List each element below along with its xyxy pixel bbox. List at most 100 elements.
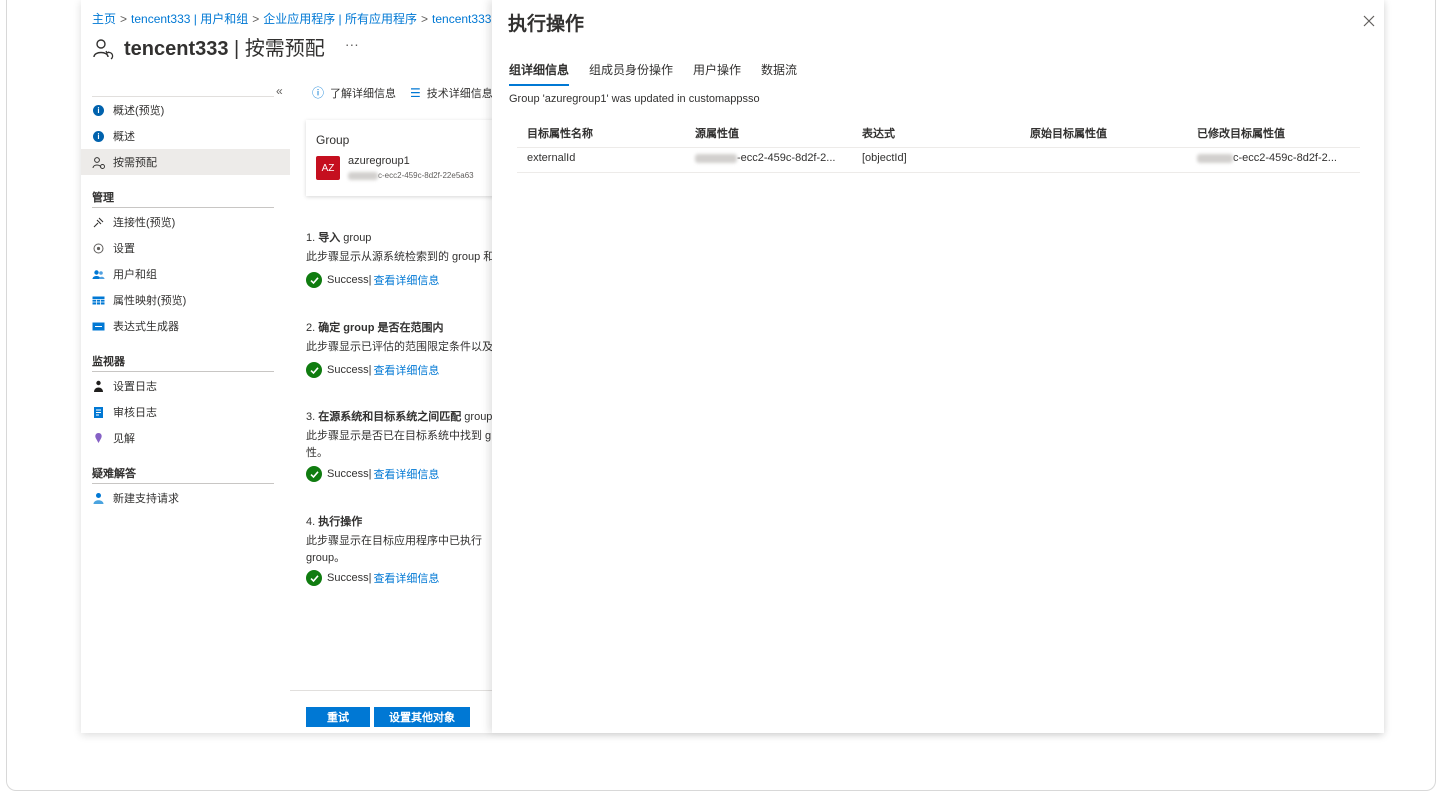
column-header-expression: 表达式: [862, 128, 895, 140]
step-description: 此步骤显示已评估的范围限定条件以及 g: [306, 339, 492, 356]
step-number: 3.: [306, 411, 319, 423]
close-icon[interactable]: [1362, 14, 1376, 28]
more-options-button[interactable]: ···: [345, 36, 359, 52]
collapse-sidebar-button[interactable]: «: [276, 84, 283, 98]
learn-more-label: 了解详细信息: [330, 87, 397, 100]
sidebar-item-expression-builder[interactable]: 表达式生成器: [81, 313, 290, 339]
sidebar-item-overview-preview[interactable]: i 概述(预览): [81, 97, 290, 123]
step-description-line: 性。: [306, 447, 328, 459]
sidebar-item-settings[interactable]: 设置: [81, 235, 290, 261]
step-title-rest: group: [340, 232, 372, 244]
panel-title: 执行操作: [508, 14, 585, 35]
user-sync-icon: [93, 38, 114, 60]
breadcrumb-users-groups[interactable]: tencent333 | 用户和组: [131, 12, 248, 26]
tab-group-membership-actions[interactable]: 组成员身份操作: [589, 61, 673, 84]
step-number: 2.: [306, 322, 319, 334]
view-details-link[interactable]: 查看详细信息: [373, 570, 439, 586]
success-check-icon: [306, 466, 322, 482]
info-circle-icon: ⓘ: [312, 86, 325, 100]
users-icon: [92, 268, 105, 281]
sidebar-item-label: 设置日志: [113, 381, 157, 393]
sidebar-item-audit-logs[interactable]: 审核日志: [81, 399, 290, 425]
step-description-line: group。: [306, 552, 346, 564]
sidebar-item-insights[interactable]: 见解: [81, 425, 290, 451]
tab-user-actions[interactable]: 用户操作: [693, 61, 741, 84]
step-title-bold: 确定: [318, 322, 341, 334]
step-title: 4. 执行操作: [306, 513, 362, 529]
cell-source-value-text: -ecc2-459c-8d2f-2...: [737, 152, 836, 164]
table-divider: [517, 147, 1360, 148]
sidebar-item-label: 连接性(预览): [113, 217, 176, 229]
sidebar-item-users-groups[interactable]: 用户和组: [81, 261, 290, 287]
column-header-source-value: 源属性值: [695, 128, 739, 140]
breadcrumb-app[interactable]: tencent333: [432, 12, 491, 26]
cell-source-value: -ecc2-459c-8d2f-2...: [695, 152, 835, 164]
page-title-section: 按需预配: [244, 38, 325, 60]
cell-modified-value: c-ecc2-459c-8d2f-2...: [1197, 152, 1337, 164]
success-check-icon: [306, 570, 322, 586]
tech-details-label: 技术详细信息: [426, 87, 492, 100]
main-area: 主页 > tencent333 | 用户和组 > 企业应用程序 | 所有应用程序 > ten…: [0, 0, 492, 795]
breadcrumb-separator: >: [421, 12, 429, 26]
sidebar-item-provision-on-demand[interactable]: 按需预配: [81, 149, 290, 175]
step-number: 4.: [306, 516, 319, 528]
sidebar-item-overview[interactable]: i 概述: [81, 123, 290, 149]
group-name: azuregroup1: [348, 155, 410, 167]
sidebar-divider: [92, 483, 274, 484]
cell-expression: [objectId]: [862, 152, 907, 164]
redacted-text: [348, 171, 378, 180]
step-status-text: Success|: [327, 468, 372, 480]
breadcrumb-home[interactable]: 主页: [92, 12, 116, 26]
step-number: 1.: [306, 232, 319, 244]
footer-divider: [290, 690, 492, 691]
update-message: Group 'azuregroup1' was updated in custo…: [509, 93, 760, 105]
sidebar-item-label: 用户和组: [113, 269, 157, 281]
sidebar-item-provisioning-logs[interactable]: 设置日志: [81, 373, 290, 399]
redacted-text: [695, 153, 737, 163]
provision-another-object-button[interactable]: 设置其他对象: [374, 707, 470, 727]
step-description-line: 此步骤显示在目标应用程序中已执行: [306, 535, 482, 547]
retry-button[interactable]: 重试: [306, 707, 370, 727]
view-details-link[interactable]: 查看详细信息: [373, 272, 439, 288]
table-icon: [92, 294, 105, 307]
table-divider: [517, 172, 1360, 173]
list-icon: ☰: [410, 85, 421, 100]
page-header: tencent333 | 按需预配 ···: [92, 32, 359, 61]
sidebar-item-label: 表达式生成器: [113, 321, 179, 333]
tab-data-flow[interactable]: 数据流: [761, 61, 797, 84]
group-object-id: c-ecc2-459c-8d2f-22e5a63: [348, 171, 474, 180]
sidebar-item-label: 概述: [113, 131, 135, 143]
breadcrumb-enterprise-apps[interactable]: 企业应用程序 | 所有应用程序: [263, 12, 417, 26]
step-description-line: 此步骤显示是否已在目标系统中找到 g: [306, 430, 492, 442]
step-title: 3. 在源系统和目标系统之间匹配 group: [306, 408, 492, 424]
learn-more-button[interactable]: ⓘ 了解详细信息: [312, 84, 396, 101]
sidebar-item-label: 设置: [113, 243, 135, 255]
column-header-target-attribute: 目标属性名称: [527, 128, 593, 140]
sidebar-section-manage: 管理: [92, 192, 114, 204]
log-icon: [92, 380, 105, 393]
page-title: tencent333 | 按需预配: [124, 32, 325, 61]
step-title-bold: 导入: [318, 232, 341, 244]
page-title-app: tencent333: [124, 38, 229, 60]
tab-group-details[interactable]: 组详细信息: [509, 61, 570, 86]
sidebar-item-label: 新建支持请求: [113, 493, 179, 505]
step-status-text: Success|: [327, 364, 372, 376]
info-icon: i: [92, 104, 105, 117]
tech-details-button[interactable]: ☰ 技术详细信息: [410, 85, 492, 101]
group-card: Group AZ azuregroup1 c-ecc2-459c-8d2f-22…: [306, 120, 492, 196]
sidebar-item-connectivity[interactable]: 连接性(预览): [81, 209, 290, 235]
success-check-icon: [306, 272, 322, 288]
plug-icon: [92, 216, 105, 229]
support-icon: [92, 492, 105, 505]
view-details-link[interactable]: 查看详细信息: [373, 466, 439, 482]
group-object-id-text: c-ecc2-459c-8d2f-22e5a63: [378, 171, 474, 180]
step-description: 此步骤显示是否已在目标系统中找到 g 性。: [306, 428, 491, 462]
step-description: 此步骤显示在目标应用程序中已执行 group。: [306, 533, 482, 567]
sidebar-item-label: 审核日志: [113, 407, 157, 419]
view-details-link[interactable]: 查看详细信息: [373, 362, 439, 378]
step-status-text: Success|: [327, 274, 372, 286]
cell-target-attribute: externalId: [527, 152, 576, 164]
content-toolbar: ⓘ 了解详细信息 ☰ 技术详细信息: [312, 84, 492, 101]
sidebar-item-new-support-request[interactable]: 新建支持请求: [81, 485, 290, 511]
sidebar-item-attribute-mapping[interactable]: 属性映射(预览): [81, 287, 290, 313]
